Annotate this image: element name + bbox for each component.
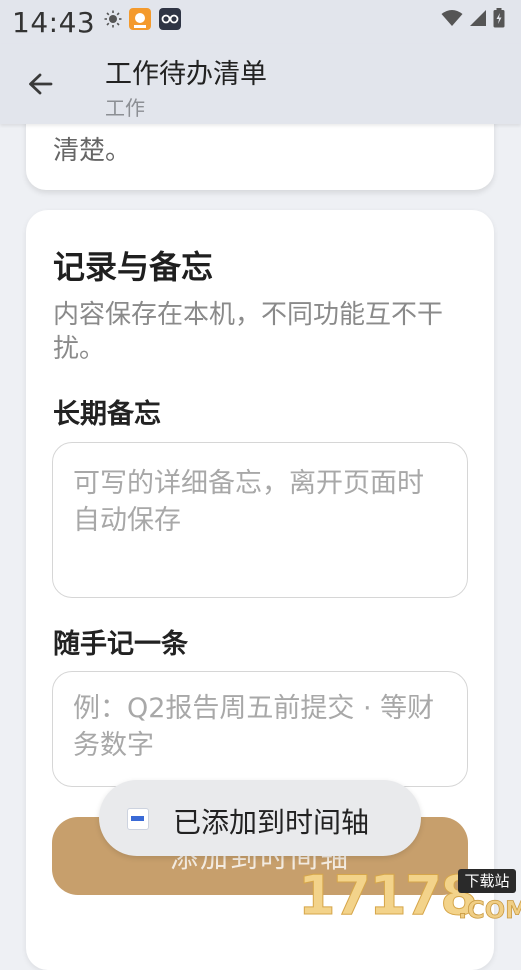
status-right-icons [441, 8, 505, 32]
watermark-number: 17178 [298, 864, 479, 928]
status-left-icons [104, 7, 182, 35]
previous-card-text: 清楚。 [53, 136, 132, 166]
brightness-icon [104, 10, 122, 32]
signal-icon [469, 9, 487, 31]
back-button[interactable] [20, 64, 60, 104]
page-subtitle: 工作 [105, 96, 145, 120]
toast: 已添加到时间轴 [99, 780, 421, 856]
toast-text: 已添加到时间轴 [173, 806, 370, 839]
watermark-domain: .COM [458, 896, 521, 925]
arrow-left-icon [29, 73, 53, 95]
wifi-icon [441, 9, 463, 31]
long-memo-placeholder: 可写的详细备忘，离开页面时自动保存 [73, 468, 424, 536]
long-memo-label: 长期备忘 [53, 399, 161, 430]
quick-note-label: 随手记一条 [53, 629, 188, 660]
watermark: 17178 下载站 .COM [298, 864, 521, 928]
long-memo-input[interactable]: 可写的详细备忘，离开页面时自动保存 [52, 442, 468, 598]
notes-card-title: 记录与备忘 [53, 248, 214, 286]
app-bar: 工作待办清单 工作 [0, 44, 521, 124]
notes-card-description: 内容保存在本机，不同功能互不干扰。 [53, 300, 444, 364]
quick-note-placeholder: 例：Q2报告周五前提交 · 等财务数字 [73, 693, 435, 761]
watermark-tag: 下载站 [458, 869, 516, 893]
app-logo-icon [127, 808, 149, 830]
notes-card: 记录与备忘 内容保存在本机，不同功能互不干扰。 长期备忘 可写的详细备忘，离开页… [26, 210, 494, 970]
status-time: 14:43 [12, 6, 96, 39]
app-notification-icon [128, 7, 152, 35]
app-notification-icon-2 [158, 7, 182, 35]
battery-icon [493, 8, 505, 32]
status-bar: 14:43 [0, 0, 521, 44]
page-title: 工作待办清单 [105, 59, 267, 90]
quick-note-input[interactable]: 例：Q2报告周五前提交 · 等财务数字 [52, 671, 468, 787]
